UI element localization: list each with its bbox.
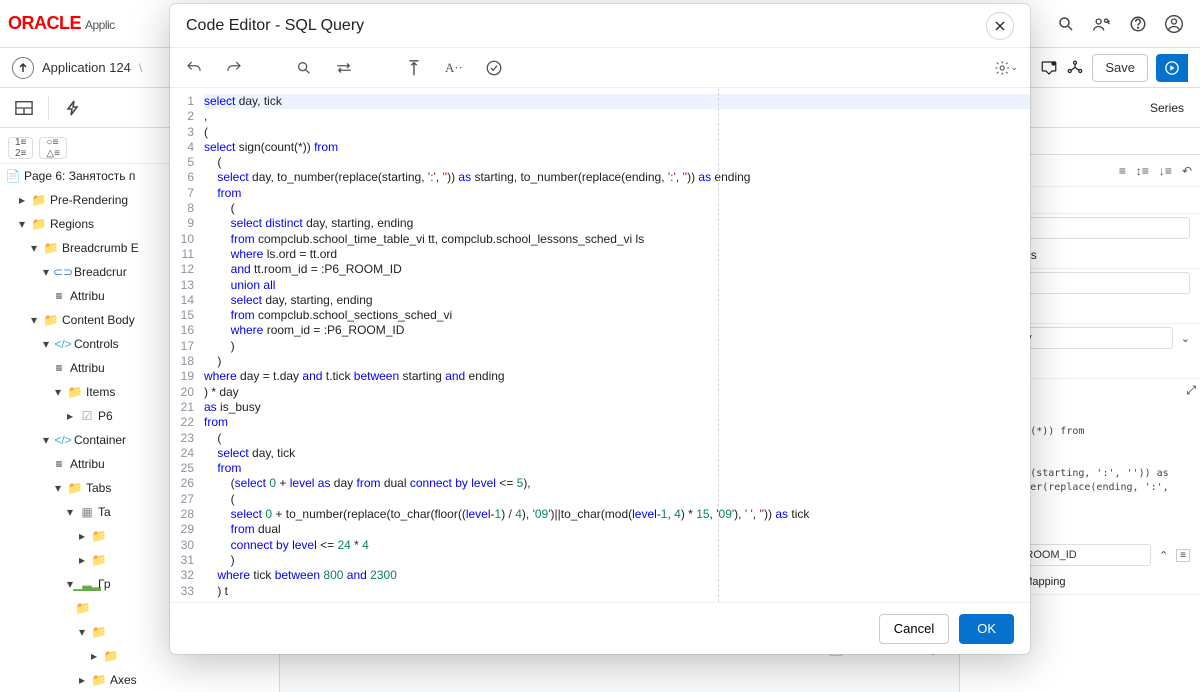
swap-icon[interactable] — [332, 56, 356, 80]
undo-icon[interactable]: ↶ — [1182, 164, 1192, 178]
settings-icon[interactable]: ⌄ — [994, 56, 1018, 80]
up-nav-icon[interactable] — [12, 57, 34, 79]
chevron-up-icon[interactable]: ⌃ — [1159, 549, 1168, 562]
run-button[interactable] — [1156, 54, 1188, 82]
find-icon[interactable] — [292, 56, 316, 80]
ok-button[interactable]: OK — [959, 614, 1014, 644]
code-editor-modal: Code Editor - SQL Query A·· ⌄ 1234567891… — [170, 4, 1030, 654]
chat-icon[interactable]: + — [1040, 59, 1058, 77]
help-icon[interactable] — [1120, 6, 1156, 42]
format-icon[interactable]: A·· — [442, 56, 466, 80]
align2-icon[interactable]: ↕≡ — [1136, 164, 1149, 178]
cancel-button[interactable]: Cancel — [879, 614, 949, 644]
search-icon[interactable] — [1048, 6, 1084, 42]
avatar-icon[interactable] — [1156, 6, 1192, 42]
user-group-icon[interactable] — [1084, 6, 1120, 42]
align3-icon[interactable]: ↓≡ — [1159, 164, 1172, 178]
code-editor[interactable]: 1234567891011121314151617181920212223242… — [170, 88, 1030, 602]
svg-text:+: + — [1053, 61, 1056, 66]
redo-icon[interactable] — [222, 56, 246, 80]
expand-icon[interactable]: ⤢ — [1182, 379, 1200, 541]
chevron-down-icon[interactable]: ⌄ — [1181, 332, 1190, 345]
breadcrumb: Application 124 — [42, 60, 131, 75]
autocomplete-icon[interactable] — [402, 56, 426, 80]
list-button[interactable]: ≡ — [1176, 549, 1190, 562]
dynamic-actions-icon[interactable] — [57, 92, 89, 124]
panel-title: Series — [1150, 101, 1184, 115]
tree-tool-2[interactable]: ○≡△≡ — [39, 137, 67, 159]
undo-icon[interactable] — [182, 56, 206, 80]
oracle-logo: ORACLEApplic — [8, 13, 115, 34]
close-icon[interactable] — [986, 12, 1014, 40]
share-icon[interactable] — [1066, 59, 1084, 77]
save-button[interactable]: Save — [1092, 54, 1148, 82]
align-icon[interactable]: ≡ — [1119, 164, 1126, 178]
layout-icon[interactable] — [8, 92, 40, 124]
validate-icon[interactable] — [482, 56, 506, 80]
modal-title: Code Editor - SQL Query — [186, 17, 364, 35]
tree-axes[interactable]: ▸📁Axes — [0, 668, 279, 692]
tree-tool-1[interactable]: 1≡2≡ — [8, 137, 33, 159]
